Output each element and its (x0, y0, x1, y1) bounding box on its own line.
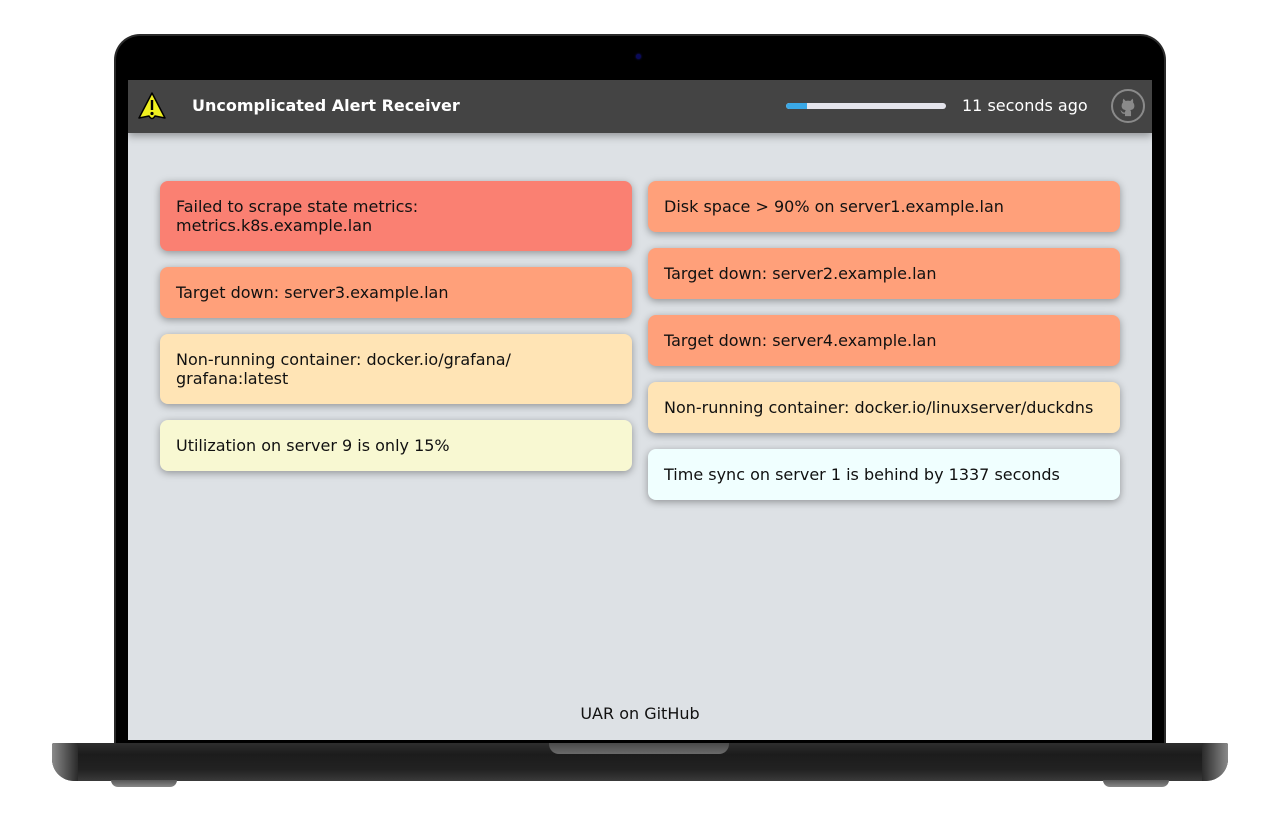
alert-card-warning[interactable]: Non-running container: docker.io/linuxse… (648, 382, 1120, 433)
laptop-foot-right (1103, 780, 1169, 787)
alert-card-critical[interactable]: Failed to scrape state metrics: metrics.… (160, 181, 632, 251)
app-header: Uncomplicated Alert Receiver 11 seconds … (128, 80, 1152, 133)
camera-icon (636, 54, 641, 59)
alerts-column-left: Failed to scrape state metrics: metrics.… (160, 181, 632, 500)
github-icon (1120, 98, 1135, 117)
github-footer-link[interactable]: UAR on GitHub (128, 704, 1152, 724)
last-updated-text: 11 seconds ago (962, 96, 1088, 115)
alert-card-info[interactable]: Utilization on server 9 is only 15% (160, 420, 632, 471)
refresh-progress-bar (786, 103, 946, 109)
alert-card-error[interactable]: Disk space > 90% on server1.example.lan (648, 181, 1120, 232)
alerts-column-right: Disk space > 90% on server1.example.lan T… (648, 181, 1120, 500)
laptop-notch (549, 743, 729, 754)
alerts-grid: Failed to scrape state metrics: metrics.… (160, 181, 1120, 500)
github-button[interactable] (1111, 89, 1145, 123)
alert-card-error[interactable]: Target down: server2.example.lan (648, 248, 1120, 299)
app-title: Uncomplicated Alert Receiver (192, 96, 460, 115)
refresh-progress-fill (786, 103, 807, 109)
warning-triangle-icon (138, 92, 166, 120)
app-screen: Uncomplicated Alert Receiver 11 seconds … (128, 80, 1152, 740)
alert-card-warning[interactable]: Non-running container: docker.io/grafana… (160, 334, 632, 404)
laptop-foot-left (111, 780, 177, 787)
alert-card-error[interactable]: Target down: server4.example.lan (648, 315, 1120, 366)
alert-card-debug[interactable]: Time sync on server 1 is behind by 1337 … (648, 449, 1120, 500)
alert-card-error[interactable]: Target down: server3.example.lan (160, 267, 632, 318)
